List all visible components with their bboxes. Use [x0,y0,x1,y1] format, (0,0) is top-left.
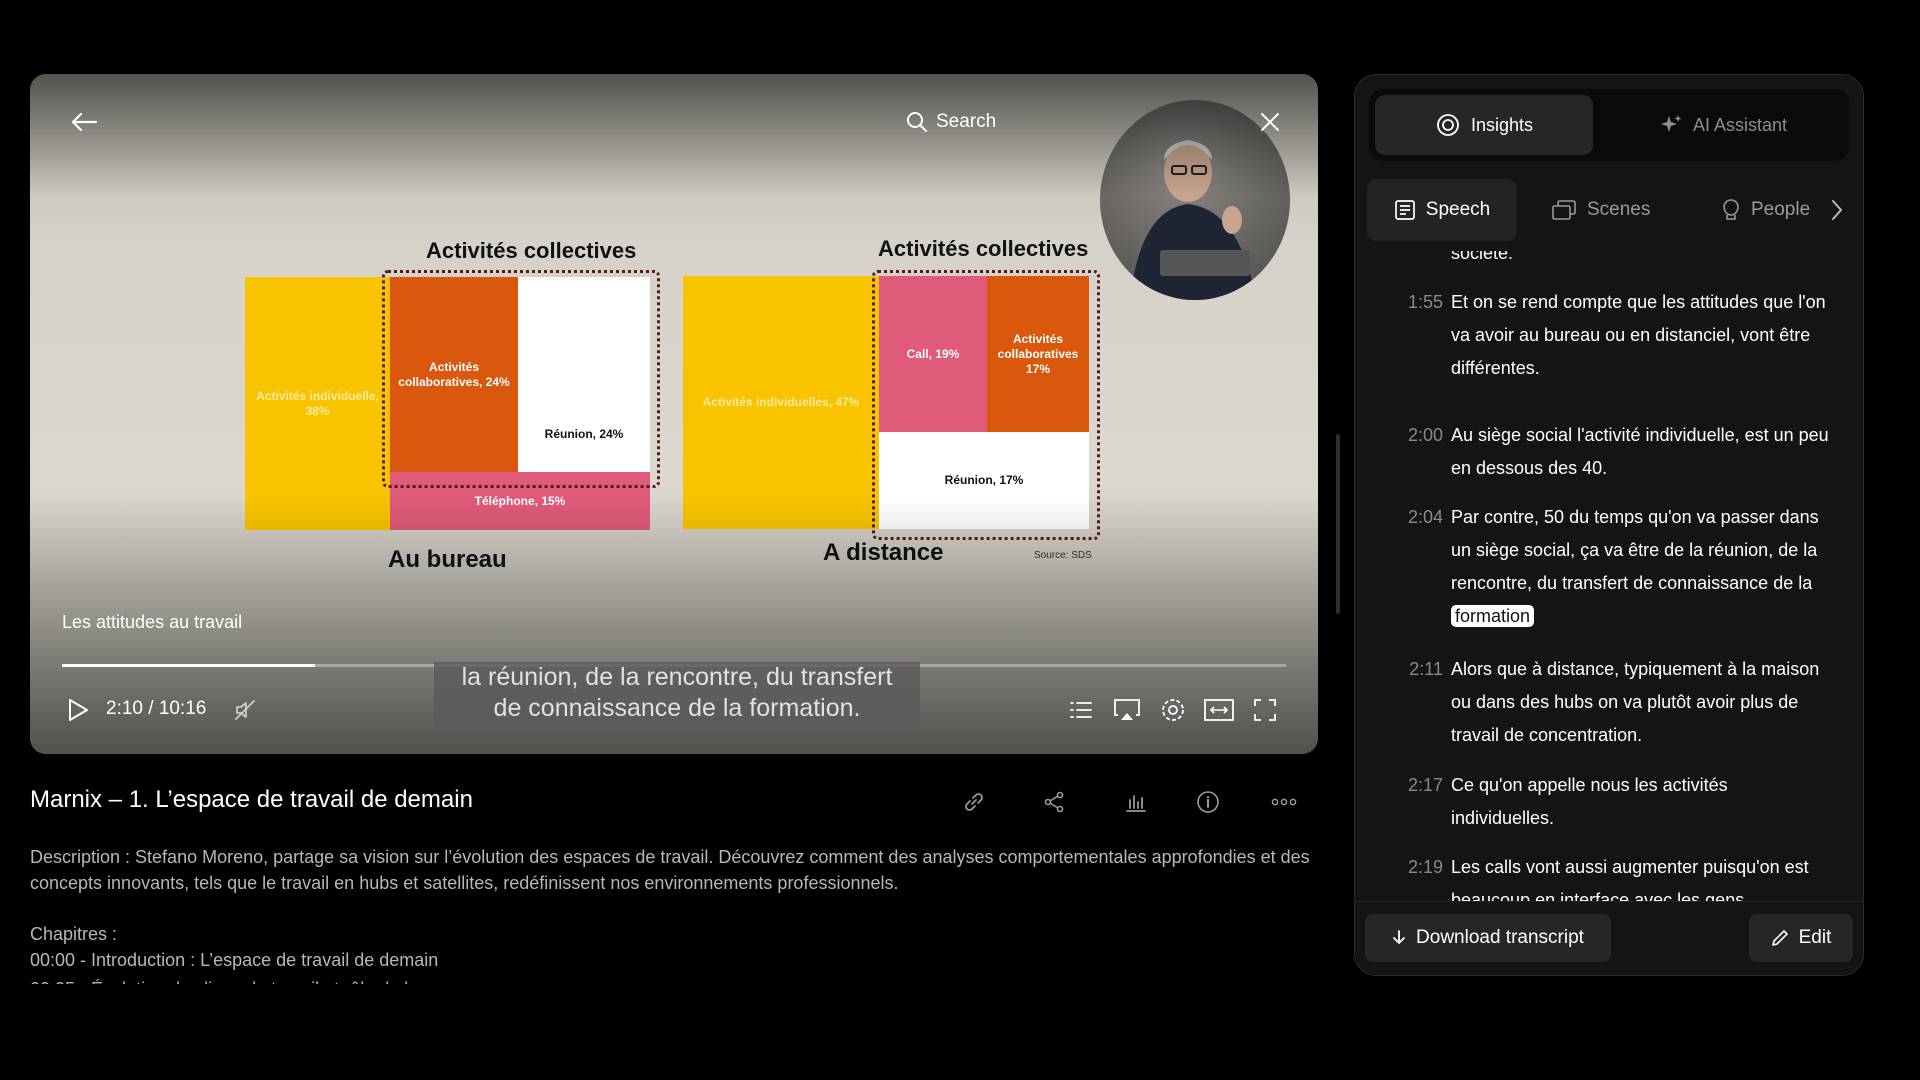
slide-left-caption: Au bureau [388,546,507,573]
video-title: Marnix – 1. L’espace de travail de demai… [30,786,473,813]
info-button[interactable] [1190,786,1226,818]
edit-button[interactable]: Edit [1749,914,1853,962]
transcript-time: 1:55 [1407,292,1443,312]
video-description: Description : Stefano Moreno, partage sa… [30,847,1310,893]
video-overlay-title: Les attitudes au travail [62,612,243,632]
tab-people[interactable]: People [1721,179,1810,241]
tab-ai-assistant[interactable]: AI Assistant [1607,95,1839,155]
theater-mode-button[interactable] [1202,694,1236,726]
subtitle-line-1: la réunion, de la rencontre, du transfer… [461,663,893,691]
transcript-text: Alors que à distance, typiquement à la m… [1451,659,1820,745]
dotted-outline-right [872,270,1100,540]
transcript-text: Par contre, 50 du temps qu'on va passer … [1451,501,1831,633]
play-icon [69,699,88,721]
transcript-time: 2:19 [1407,857,1443,877]
chapter-item[interactable]: 00:00 - Introduction : L’espace de trava… [30,950,438,971]
sparkle-icon [1660,115,1682,132]
panel-top-tabs: Insights AI Assistant [1369,89,1849,161]
tab-ai-assistant-label: AI Assistant [1692,114,1788,135]
current-word-highlight: formation [1451,605,1535,627]
tab-insights-label: Insights [1470,114,1534,135]
back-button[interactable] [64,104,104,140]
volume-muted-icon [235,700,255,720]
airplay-button[interactable] [1110,694,1144,726]
fullscreen-button[interactable] [1248,694,1282,726]
transcript-time: 2:04 [1407,507,1443,527]
transcript-text: société. [1451,251,1514,263]
transcript-time: 2:00 [1407,425,1443,445]
more-horizontal-icon [1271,798,1297,806]
panel-footer: Download transcript Edit [1355,901,1863,975]
subtitle-box: la réunion, de la rencontre, du transfer… [434,662,920,726]
video-player[interactable]: Activités collectives Activités individu… [30,74,1318,754]
copy-link-button[interactable] [956,786,992,818]
bar-chart-icon [1126,795,1146,812]
transcript-time: 2:11 [1409,659,1443,679]
insights-panel: Insights AI Assistant Speech Scenes Peop… [1354,74,1864,976]
expand-horizontal-icon [1204,699,1234,721]
share-button[interactable] [1036,786,1072,818]
subtitle-line-2: de connaissance de la formation. [493,694,861,722]
pencil-icon [1771,930,1788,946]
close-button[interactable] [1252,104,1288,140]
search-button[interactable]: Search [906,104,996,140]
person-icon [1723,199,1739,220]
transcript-text: Et on se rend compte que les attitudes q… [1451,292,1826,378]
time-display: 2:10 / 10:16 [106,698,207,719]
airplay-icon [1114,699,1140,720]
transcript-list[interactable]: société. 1:55 Et on se rend compte que l… [1355,251,1863,901]
close-icon [1261,113,1279,131]
search-icon [907,112,927,132]
list-icon [1070,702,1092,718]
tab-speech[interactable]: Speech [1367,179,1517,241]
slide-right-caption: A distance [823,539,944,566]
panel-sub-tabs: Speech Scenes People [1367,179,1847,241]
insights-icon [1437,114,1459,136]
tab-insights[interactable]: Insights [1375,95,1593,155]
page-scrollbar[interactable] [1336,434,1340,614]
tab-scenes-label: Scenes [1587,199,1651,220]
settings-button[interactable] [1156,694,1190,726]
link-icon [965,793,983,811]
transcript-text: Au siège social l'activité individuelle,… [1451,425,1829,478]
transcript-text: Ce qu'on appelle nous les activités indi… [1451,775,1728,828]
gear-icon [1162,699,1184,721]
download-transcript-button[interactable]: Download transcript [1365,914,1611,962]
arrow-left-icon [71,112,98,132]
transcript-text: Les calls vont aussi augmenter puisqu'on… [1451,857,1809,901]
mute-button[interactable] [230,694,260,726]
download-icon [1393,930,1405,945]
transcript-text-content: Par contre, 50 du temps qu'on va passer … [1451,507,1819,593]
chapters-label: Chapitres : [30,924,118,944]
edit-label: Edit [1798,927,1832,948]
chevron-right-icon [1832,200,1843,220]
tab-scenes[interactable]: Scenes [1551,179,1650,241]
chapters-button[interactable] [1064,694,1098,726]
info-icon [1197,791,1219,813]
transcript-time: 2:17 [1407,775,1443,795]
transcript-icon [1394,200,1415,220]
progress-fill [62,664,316,667]
block-individuelles: Activités individuelles, 47% [683,276,879,529]
search-label: Search [936,111,997,132]
scenes-icon [1552,200,1576,220]
block-individuelle: Activités individuelle, 38% [245,277,390,530]
tab-people-label: People [1751,199,1811,220]
download-transcript-label: Download transcript [1416,927,1584,948]
dotted-outline-left [382,270,660,488]
more-options-button[interactable] [1266,786,1302,818]
chapter-item[interactable]: 00:25 - Évolution des lieux de travail e… [30,976,460,984]
slide-source: Source: SDS [1034,550,1092,561]
tab-speech-label: Speech [1425,199,1491,220]
slide-right-title: Activités collectives [878,236,1089,261]
slide-left-title: Activités collectives [426,238,637,263]
tabs-scroll-right-button[interactable] [1831,199,1843,226]
share-icon [1044,791,1064,813]
analytics-button[interactable] [1118,786,1154,818]
play-button[interactable] [62,694,94,726]
fullscreen-icon [1254,699,1276,721]
